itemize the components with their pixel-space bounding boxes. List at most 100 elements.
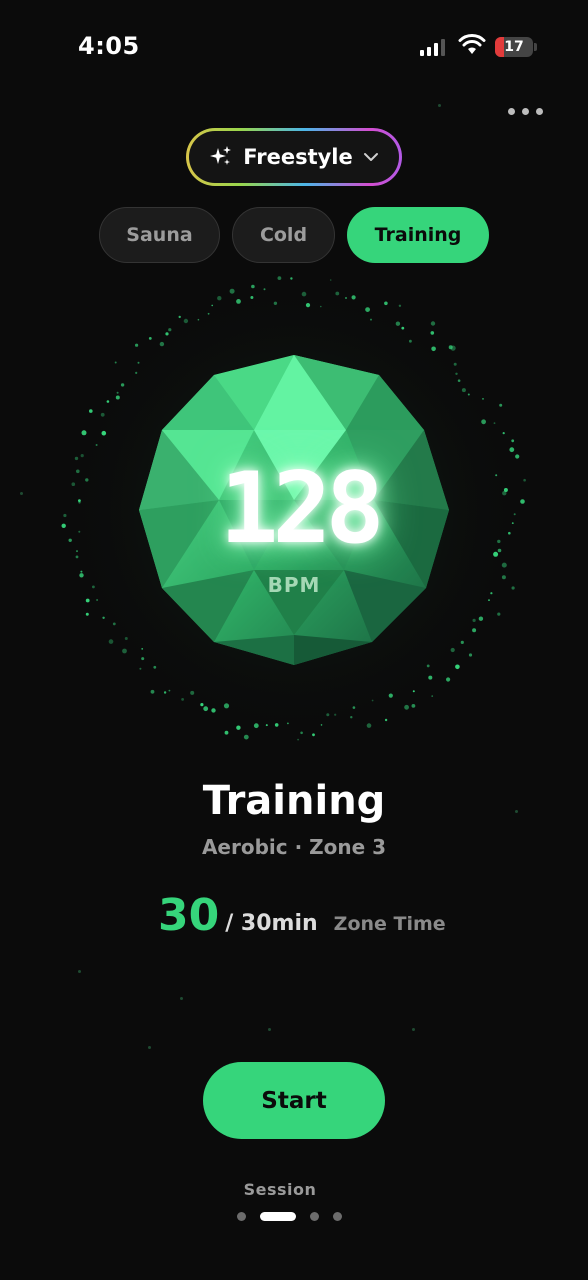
- ring-particle: [493, 551, 499, 557]
- zone-time-label: Zone Time: [333, 913, 446, 935]
- ring-particle: [430, 321, 436, 326]
- ring-particle: [411, 704, 416, 708]
- page-dot[interactable]: [333, 1212, 342, 1221]
- ring-particle: [96, 599, 99, 601]
- ring-particle: [351, 295, 356, 300]
- ring-particle: [89, 409, 93, 413]
- ring-particle: [370, 318, 372, 321]
- ring-particle: [165, 332, 169, 336]
- ring-particle: [116, 391, 119, 394]
- ring-particle: [190, 690, 195, 695]
- ring-particle: [106, 400, 110, 403]
- ring-particle: [365, 307, 370, 312]
- ring-particle: [75, 555, 79, 559]
- session-title: Training: [202, 778, 386, 824]
- page-dot[interactable]: [237, 1212, 246, 1221]
- ring-particle: [509, 447, 515, 453]
- ring-particle: [85, 598, 90, 603]
- ring-particle: [115, 395, 120, 400]
- ring-particle: [141, 657, 145, 661]
- ring-particle: [478, 616, 484, 621]
- ring-particle: [92, 585, 95, 589]
- status-time: 4:05: [78, 32, 140, 60]
- ring-particle: [450, 647, 455, 653]
- ring-particle: [122, 648, 127, 654]
- ring-particle: [102, 616, 105, 619]
- ambient-particle: [268, 1028, 271, 1031]
- mode-selector-label: Freestyle: [243, 145, 353, 169]
- ring-particle: [334, 713, 337, 716]
- ring-particle: [395, 321, 401, 326]
- ambient-particle: [515, 810, 518, 813]
- session-footer-label: Session: [243, 1180, 317, 1199]
- ring-particle: [326, 713, 330, 717]
- ring-particle: [251, 284, 255, 289]
- ring-particle: [78, 499, 81, 502]
- ring-particle: [229, 288, 235, 294]
- ring-particle: [300, 731, 303, 735]
- ring-particle: [371, 699, 374, 702]
- tab-sauna[interactable]: Sauna: [99, 207, 220, 263]
- ring-particle: [183, 318, 189, 324]
- ring-particle: [203, 706, 209, 712]
- ring-particle: [61, 523, 66, 528]
- ring-particle: [274, 723, 279, 727]
- ambient-particle: [20, 492, 23, 495]
- ring-particle: [253, 723, 259, 729]
- tab-cold[interactable]: Cold: [232, 207, 335, 263]
- ring-particle: [168, 689, 171, 692]
- ring-particle: [100, 412, 105, 417]
- ring-particle: [497, 539, 501, 544]
- ambient-particle: [438, 104, 441, 107]
- more-options-icon[interactable]: [508, 108, 543, 115]
- mode-selector[interactable]: Freestyle: [186, 128, 402, 186]
- ring-particle: [137, 361, 140, 364]
- ring-particle: [457, 379, 461, 382]
- ring-particle: [453, 362, 457, 366]
- heart-rate-value: 128: [219, 452, 384, 566]
- sparkles-icon: [210, 146, 232, 165]
- zone-time-row: 30 / 30min Zone Time: [158, 890, 446, 941]
- start-button[interactable]: Start: [203, 1062, 385, 1139]
- ring-particle: [301, 291, 307, 297]
- ring-particle: [461, 388, 466, 393]
- ring-particle: [455, 664, 460, 670]
- ring-particle: [120, 383, 125, 387]
- ring-particle: [482, 398, 484, 400]
- ring-particle: [497, 548, 502, 553]
- ring-particle: [224, 730, 229, 735]
- ring-particle: [243, 734, 249, 740]
- ring-particle: [350, 716, 353, 719]
- ring-particle: [515, 454, 520, 459]
- chevron-down-icon: [363, 153, 378, 161]
- ring-particle: [312, 733, 315, 737]
- ring-particle: [79, 573, 84, 578]
- ring-particle: [85, 478, 89, 482]
- ring-particle: [80, 454, 84, 458]
- tab-training[interactable]: Training: [347, 207, 489, 263]
- ring-particle: [101, 430, 107, 436]
- cellular-signal-icon: [420, 38, 445, 56]
- ring-particle: [412, 690, 415, 693]
- zone-time-current: 30: [158, 890, 220, 941]
- battery-level: 17: [504, 39, 524, 55]
- page-indicator[interactable]: [237, 1212, 342, 1221]
- ring-particle: [472, 628, 477, 633]
- ring-particle: [141, 648, 144, 650]
- page-dot-active[interactable]: [260, 1212, 296, 1221]
- ring-particle: [493, 422, 496, 424]
- session-subtitle: Aerobic · Zone 3: [201, 835, 387, 859]
- ring-particle: [352, 706, 356, 709]
- ring-particle: [197, 318, 200, 321]
- ring-particle: [426, 664, 430, 668]
- ring-particle: [223, 703, 230, 709]
- ring-particle: [135, 343, 139, 347]
- ring-particle: [181, 698, 184, 701]
- battery-cap: [534, 43, 537, 51]
- ring-particle: [150, 689, 155, 694]
- page-dot[interactable]: [310, 1212, 319, 1221]
- ring-particle: [74, 456, 79, 461]
- ring-particle: [495, 474, 498, 477]
- ring-particle: [211, 708, 216, 713]
- ring-particle: [511, 522, 514, 524]
